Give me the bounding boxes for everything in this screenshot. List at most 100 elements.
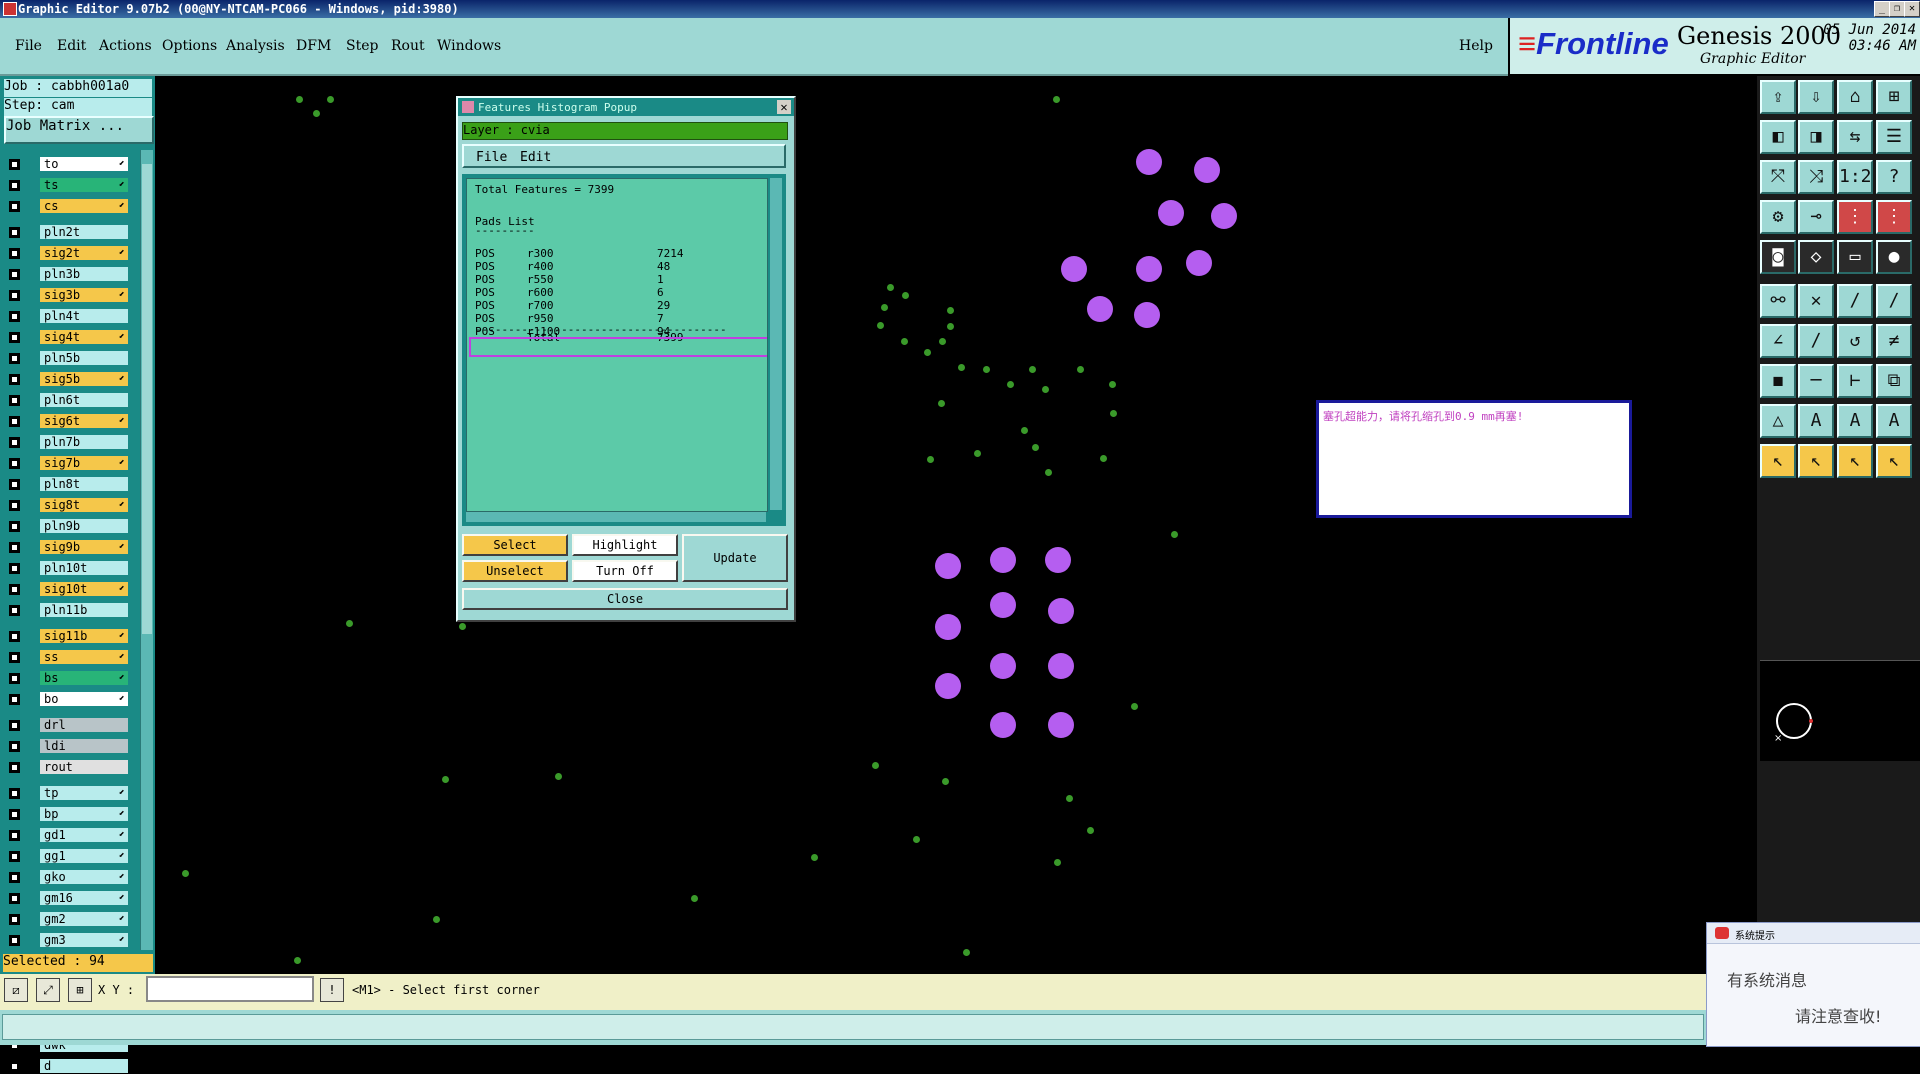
layer-checkbox[interactable] (9, 248, 20, 259)
layer-row[interactable]: sig11b ⬋ (6, 629, 128, 644)
menu-rout[interactable]: Rout (391, 38, 425, 54)
layer-row[interactable]: ts ⬋ (6, 178, 128, 193)
layer-row[interactable]: to ⬋ (6, 157, 128, 172)
layer-checkbox[interactable] (9, 479, 20, 490)
layer-name[interactable]: d (40, 1059, 128, 1073)
layer-checkbox[interactable] (9, 542, 20, 553)
save-icon[interactable]: ⇩ (1798, 80, 1834, 114)
square-icon[interactable]: ◼ (1760, 364, 1796, 398)
pointer2-icon[interactable]: ↖ (1798, 444, 1834, 478)
layer-name[interactable]: sig8t ⬋ (40, 498, 128, 512)
layer-checkbox[interactable] (9, 374, 20, 385)
net-icon[interactable]: ⋮ (1837, 200, 1873, 234)
snap-icon[interactable]: ⊸ (1798, 200, 1834, 234)
layer-checkbox[interactable] (9, 159, 20, 170)
layer-row[interactable]: pln7b (6, 435, 128, 450)
layer-name[interactable]: pln5b (40, 351, 128, 365)
layer-row[interactable]: pln6t (6, 393, 128, 408)
layer-row[interactable]: sig8t ⬋ (6, 498, 128, 513)
menu-edit[interactable]: Edit (57, 38, 86, 54)
layer-row[interactable]: sig10t ⬋ (6, 582, 128, 597)
layer-row[interactable]: cs ⬋ (6, 199, 128, 214)
layer-name[interactable]: cs ⬋ (40, 199, 128, 213)
layer-row[interactable]: gd1 ⬋ (6, 828, 128, 843)
layer-name[interactable]: sig9b ⬋ (40, 540, 128, 554)
list-horizontal-scrollbar[interactable] (466, 512, 766, 522)
layer-row[interactable]: pln3b (6, 267, 128, 282)
layer-row[interactable]: d (6, 1059, 128, 1074)
layer-checkbox[interactable] (9, 416, 20, 427)
layer-checkbox[interactable] (9, 605, 20, 616)
layer-checkbox[interactable] (9, 631, 20, 642)
layer-row[interactable]: rout (6, 760, 128, 775)
layer-name[interactable]: pln2t (40, 225, 128, 239)
layer-row[interactable]: sig5b ⬋ (6, 372, 128, 387)
line-icon[interactable]: ∕ (1798, 324, 1834, 358)
layer-name[interactable]: sig5b ⬋ (40, 372, 128, 386)
layer-name[interactable]: to ⬋ (40, 157, 128, 171)
layer-checkbox[interactable] (9, 694, 20, 705)
grid-icon[interactable]: ⊞ (1876, 80, 1912, 114)
layer-name[interactable]: bp ⬋ (40, 807, 128, 821)
menu-windows[interactable]: Windows (437, 38, 501, 54)
layer-checkbox[interactable] (9, 353, 20, 364)
layer-name[interactable]: pln11b (40, 603, 128, 617)
minus-icon[interactable]: ─ (1798, 364, 1834, 398)
layer-name[interactable]: sig7b ⬋ (40, 456, 128, 470)
layer-row[interactable]: sig9b ⬋ (6, 540, 128, 555)
pointer3-icon[interactable]: ↖ (1837, 444, 1873, 478)
layer-checkbox[interactable] (9, 1061, 20, 1072)
layer-checkbox[interactable] (9, 809, 20, 820)
layer-name[interactable]: gm3 ⬋ (40, 933, 128, 947)
layer-name[interactable]: sig6t ⬋ (40, 414, 128, 428)
popup-menu-file[interactable]: File (476, 150, 507, 165)
layer-checkbox[interactable] (9, 762, 20, 773)
layer-row[interactable]: gm2 ⬋ (6, 912, 128, 927)
layer-name[interactable]: ss ⬋ (40, 650, 128, 664)
layer-row[interactable]: bs ⬋ (6, 671, 128, 686)
connect-icon[interactable]: ⚯ (1760, 284, 1796, 318)
layer-name[interactable]: gg1 ⬋ (40, 849, 128, 863)
layer-row[interactable]: sig7b ⬋ (6, 456, 128, 471)
layer-name[interactable]: pln9b (40, 519, 128, 533)
ruler-icon[interactable]: ▭ (1837, 240, 1873, 274)
layer-checkbox[interactable] (9, 893, 20, 904)
layer-name[interactable]: pln8t (40, 477, 128, 491)
layer-name[interactable]: bs ⬋ (40, 671, 128, 685)
layer-checkbox[interactable] (9, 269, 20, 280)
layer-row[interactable]: tp ⬋ (6, 786, 128, 801)
restore-button[interactable]: ❐ (1889, 1, 1905, 17)
layer-row[interactable]: gm16 ⬋ (6, 891, 128, 906)
menu-dfm[interactable]: DFM (296, 38, 331, 54)
pointer-icon[interactable]: ↖ (1760, 444, 1796, 478)
zoom-cross-icon[interactable]: ⤢ (36, 978, 60, 1002)
layer-name[interactable]: bo ⬋ (40, 692, 128, 706)
layer-checkbox[interactable] (9, 872, 20, 883)
popup-close-icon[interactable]: ✕ (777, 100, 791, 114)
xy-input[interactable] (146, 976, 314, 1002)
layer-checkbox[interactable] (9, 788, 20, 799)
layer-name[interactable]: tp ⬋ (40, 786, 128, 800)
close-button[interactable]: Close (462, 588, 788, 610)
layer-name[interactable]: ts ⬋ (40, 178, 128, 192)
layer-row[interactable]: pln9b (6, 519, 128, 534)
job-matrix-button[interactable]: Job Matrix ... (4, 116, 154, 144)
tri2-icon[interactable]: A (1798, 404, 1834, 438)
layer-name[interactable]: gko ⬋ (40, 870, 128, 884)
layer-checkbox[interactable] (9, 201, 20, 212)
copy-icon[interactable]: ⧉ (1876, 364, 1912, 398)
layer-checkbox[interactable] (9, 851, 20, 862)
angle-icon[interactable]: ∠ (1760, 324, 1796, 358)
layer-name[interactable]: pln4t (40, 309, 128, 323)
prev-icon[interactable]: ◧ (1760, 120, 1796, 154)
pad-icon[interactable]: ◇ (1798, 240, 1834, 274)
layer-name[interactable]: rout (40, 760, 128, 774)
layer-checkbox[interactable] (9, 914, 20, 925)
layer-name[interactable]: gm2 ⬋ (40, 912, 128, 926)
layer-row[interactable]: sig6t ⬋ (6, 414, 128, 429)
zoom-fit-icon[interactable]: ⤧ (1760, 160, 1796, 194)
menu-options[interactable]: Options (162, 38, 217, 54)
scale-icon[interactable]: 1:2 (1837, 160, 1873, 194)
layer-row[interactable]: sig3b ⬋ (6, 288, 128, 303)
move-icon[interactable]: ⊢ (1837, 364, 1873, 398)
